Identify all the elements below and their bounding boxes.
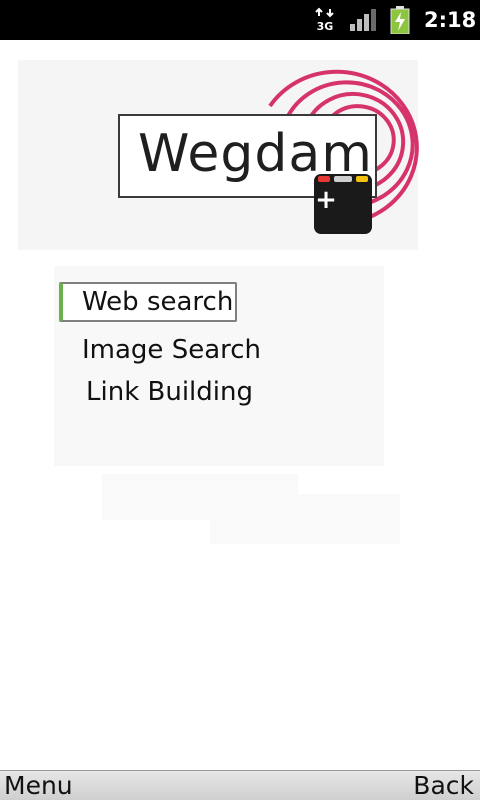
panel-backdrop <box>210 494 400 544</box>
status-bar: 3G 2:18 <box>0 0 480 40</box>
svg-text:+: + <box>315 185 337 215</box>
network-3g-icon: 3G <box>315 7 334 33</box>
signal-strength-icon <box>350 9 376 31</box>
status-time: 2:18 <box>424 8 477 32</box>
svg-text:3G: 3G <box>317 20 334 33</box>
back-softkey[interactable]: Back <box>413 771 474 801</box>
menu-item-image-search[interactable]: Image Search <box>82 332 261 368</box>
menu-item-web-search[interactable]: Web search <box>59 282 237 322</box>
softkey-bar: Menu Back <box>0 770 480 800</box>
battery-charging-icon <box>390 6 410 34</box>
menu-softkey[interactable]: Menu <box>4 771 73 801</box>
plus-badge-icon: + <box>314 174 372 234</box>
menu-item-link-building[interactable]: Link Building <box>86 374 253 410</box>
